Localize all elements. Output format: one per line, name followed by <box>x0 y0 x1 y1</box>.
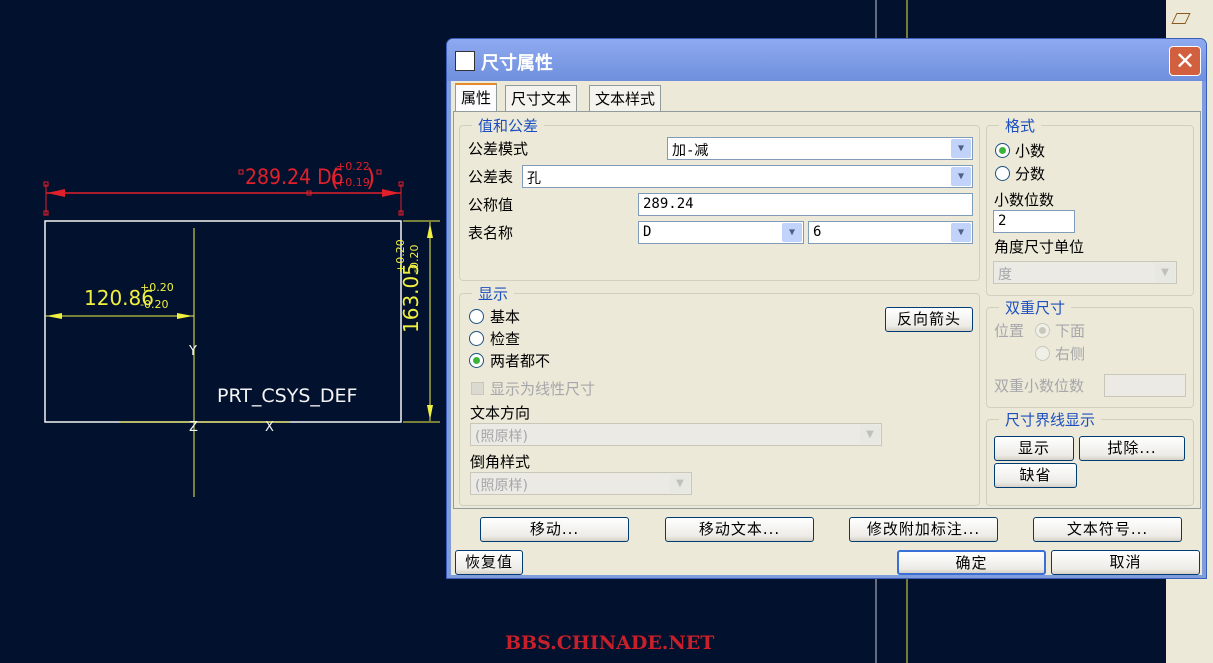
witness-line-group: 尺寸界线显示 显示 拭除... 缺省 <box>986 409 1194 506</box>
watermark: BBS.CHINADE.NET <box>505 632 715 654</box>
paren-right: ) <box>366 164 375 192</box>
plane-icon[interactable] <box>1171 13 1191 24</box>
text-orient-label: 文本方向 <box>470 404 531 422</box>
fraction-radio[interactable] <box>995 166 1010 181</box>
dim-text-top[interactable]: 289.24 D6 <box>245 165 344 189</box>
tab-dimension-text[interactable]: 尺寸文本 <box>505 85 578 112</box>
chamfer-select[interactable]: (照原样) ▼ <box>470 472 692 495</box>
text-orient-select[interactable]: (照原样) ▼ <box>470 423 882 446</box>
dim-left-upper-tol: +0.20 <box>140 281 174 294</box>
decimal-places-input[interactable]: 2 <box>993 210 1075 233</box>
dual-dimension-group: 双重尺寸 位置 下面 右侧 双重小数位数 <box>986 297 1194 408</box>
nominal-label: 公称值 <box>468 196 514 214</box>
chevron-down-icon: ▼ <box>860 425 880 444</box>
edit-attachment-button[interactable]: 修改附加标注... <box>849 517 998 542</box>
dual-decimals-input[interactable] <box>1104 374 1186 397</box>
axis-label-y: Y <box>188 344 197 359</box>
dimension-properties-dialog: 尺寸属性 ✕ 属性 尺寸文本 文本样式 值和公差 公差模式 加-减 ▼ 公差表 孔… <box>446 38 1207 579</box>
tol-table-value: 孔 <box>527 171 541 187</box>
dialog-title: 尺寸属性 <box>481 53 553 74</box>
text-symbol-button[interactable]: 文本符号... <box>1033 517 1182 542</box>
dual-below-label: 下面 <box>1055 322 1086 340</box>
text-orient-value: (照原样) <box>475 429 528 445</box>
group-title: 值和公差 <box>472 115 545 136</box>
tab-properties[interactable]: 属性 <box>455 83 498 112</box>
title-bar[interactable]: 尺寸属性 ✕ <box>447 39 1206 81</box>
table-name-value: D <box>643 224 652 240</box>
move-text-button[interactable]: 移动文本... <box>665 517 814 542</box>
witness-erase-button[interactable]: 拭除... <box>1079 436 1185 461</box>
dim-right-upper-tol: +0.20 <box>394 239 407 273</box>
value-tolerance-group: 值和公差 公差模式 加-减 ▼ 公差表 孔 ▼ 公称值 289.24 表名称 D ▼ … <box>459 115 980 281</box>
chamfer-value: (照原样) <box>475 478 528 494</box>
tab-text-style[interactable]: 文本样式 <box>589 85 662 112</box>
tol-table-label: 公差表 <box>468 168 514 186</box>
dialog-icon <box>455 51 475 71</box>
dim-top-upper-tol: +0.22 <box>336 160 370 173</box>
move-button[interactable]: 移动... <box>480 517 629 542</box>
flip-arrows-button[interactable]: 反向箭头 <box>885 307 973 332</box>
decimal-label: 小数 <box>1015 142 1046 160</box>
dim-left-lower-tol: -0.20 <box>140 298 168 311</box>
chevron-down-icon[interactable]: ▼ <box>782 223 802 242</box>
table-name-select[interactable]: D ▼ <box>638 221 804 244</box>
show-linear-label: 显示为线性尺寸 <box>490 380 596 398</box>
neither-label: 两者都不 <box>490 352 551 370</box>
group-title: 格式 <box>999 115 1042 136</box>
csys-label: PRT_CSYS_DEF <box>217 385 357 407</box>
group-title: 双重尺寸 <box>999 297 1072 318</box>
fraction-label: 分数 <box>1015 165 1046 183</box>
dual-right-label: 右侧 <box>1055 345 1086 363</box>
axis-label-z: Z <box>189 420 198 435</box>
angle-unit-label: 角度尺寸单位 <box>994 238 1085 256</box>
dim-top-lower-tol: +0.19 <box>336 176 370 189</box>
tol-table-select[interactable]: 孔 ▼ <box>522 165 973 188</box>
group-title: 显示 <box>472 283 515 304</box>
angle-unit-select[interactable]: 度 ▼ <box>993 261 1177 284</box>
show-linear-checkbox[interactable] <box>471 382 484 395</box>
witness-show-button[interactable]: 显示 <box>994 436 1074 461</box>
dim-right-lower-tol: -0.20 <box>408 245 421 273</box>
table-grade-value: 6 <box>813 224 822 240</box>
basic-label: 基本 <box>490 308 521 326</box>
axis-label-x: X <box>265 420 274 435</box>
chevron-down-icon: ▼ <box>670 474 690 493</box>
close-button[interactable]: ✕ <box>1169 46 1201 76</box>
group-title: 尺寸界线显示 <box>999 409 1102 430</box>
restore-values-button[interactable]: 恢复值 <box>455 550 523 575</box>
table-name-label: 表名称 <box>468 224 514 242</box>
tol-mode-select[interactable]: 加-减 ▼ <box>667 137 973 160</box>
decimal-places-label: 小数位数 <box>994 191 1055 209</box>
dual-below-radio[interactable] <box>1035 323 1050 338</box>
basic-radio[interactable] <box>469 309 484 324</box>
chevron-down-icon[interactable]: ▼ <box>951 167 971 186</box>
nominal-input[interactable]: 289.24 <box>638 193 973 216</box>
table-grade-select[interactable]: 6 ▼ <box>808 221 973 244</box>
chamfer-label: 倒角样式 <box>470 453 531 471</box>
dual-right-radio[interactable] <box>1035 346 1050 361</box>
witness-default-button[interactable]: 缺省 <box>994 463 1077 488</box>
angle-unit-value: 度 <box>998 267 1012 283</box>
inspection-radio[interactable] <box>469 331 484 346</box>
neither-radio[interactable] <box>469 353 484 368</box>
ok-button[interactable]: 确定 <box>897 550 1046 575</box>
dual-decimals-label: 双重小数位数 <box>994 377 1085 395</box>
format-group: 格式 小数 分数 小数位数 2 角度尺寸单位 度 ▼ <box>986 115 1194 296</box>
tol-mode-label: 公差模式 <box>468 140 529 158</box>
chevron-down-icon[interactable]: ▼ <box>951 223 971 242</box>
decimal-radio[interactable] <box>995 143 1010 158</box>
cancel-button[interactable]: 取消 <box>1051 550 1200 575</box>
dual-position-label: 位置 <box>994 322 1025 340</box>
chevron-down-icon: ▼ <box>1155 263 1175 282</box>
display-group: 显示 基本 检查 两者都不 反向箭头 显示为线性尺寸 文本方向 (照原样) ▼ 倒… <box>459 283 980 506</box>
tol-mode-value: 加-减 <box>672 143 709 159</box>
chevron-down-icon[interactable]: ▼ <box>951 139 971 158</box>
inspection-label: 检查 <box>490 330 521 348</box>
